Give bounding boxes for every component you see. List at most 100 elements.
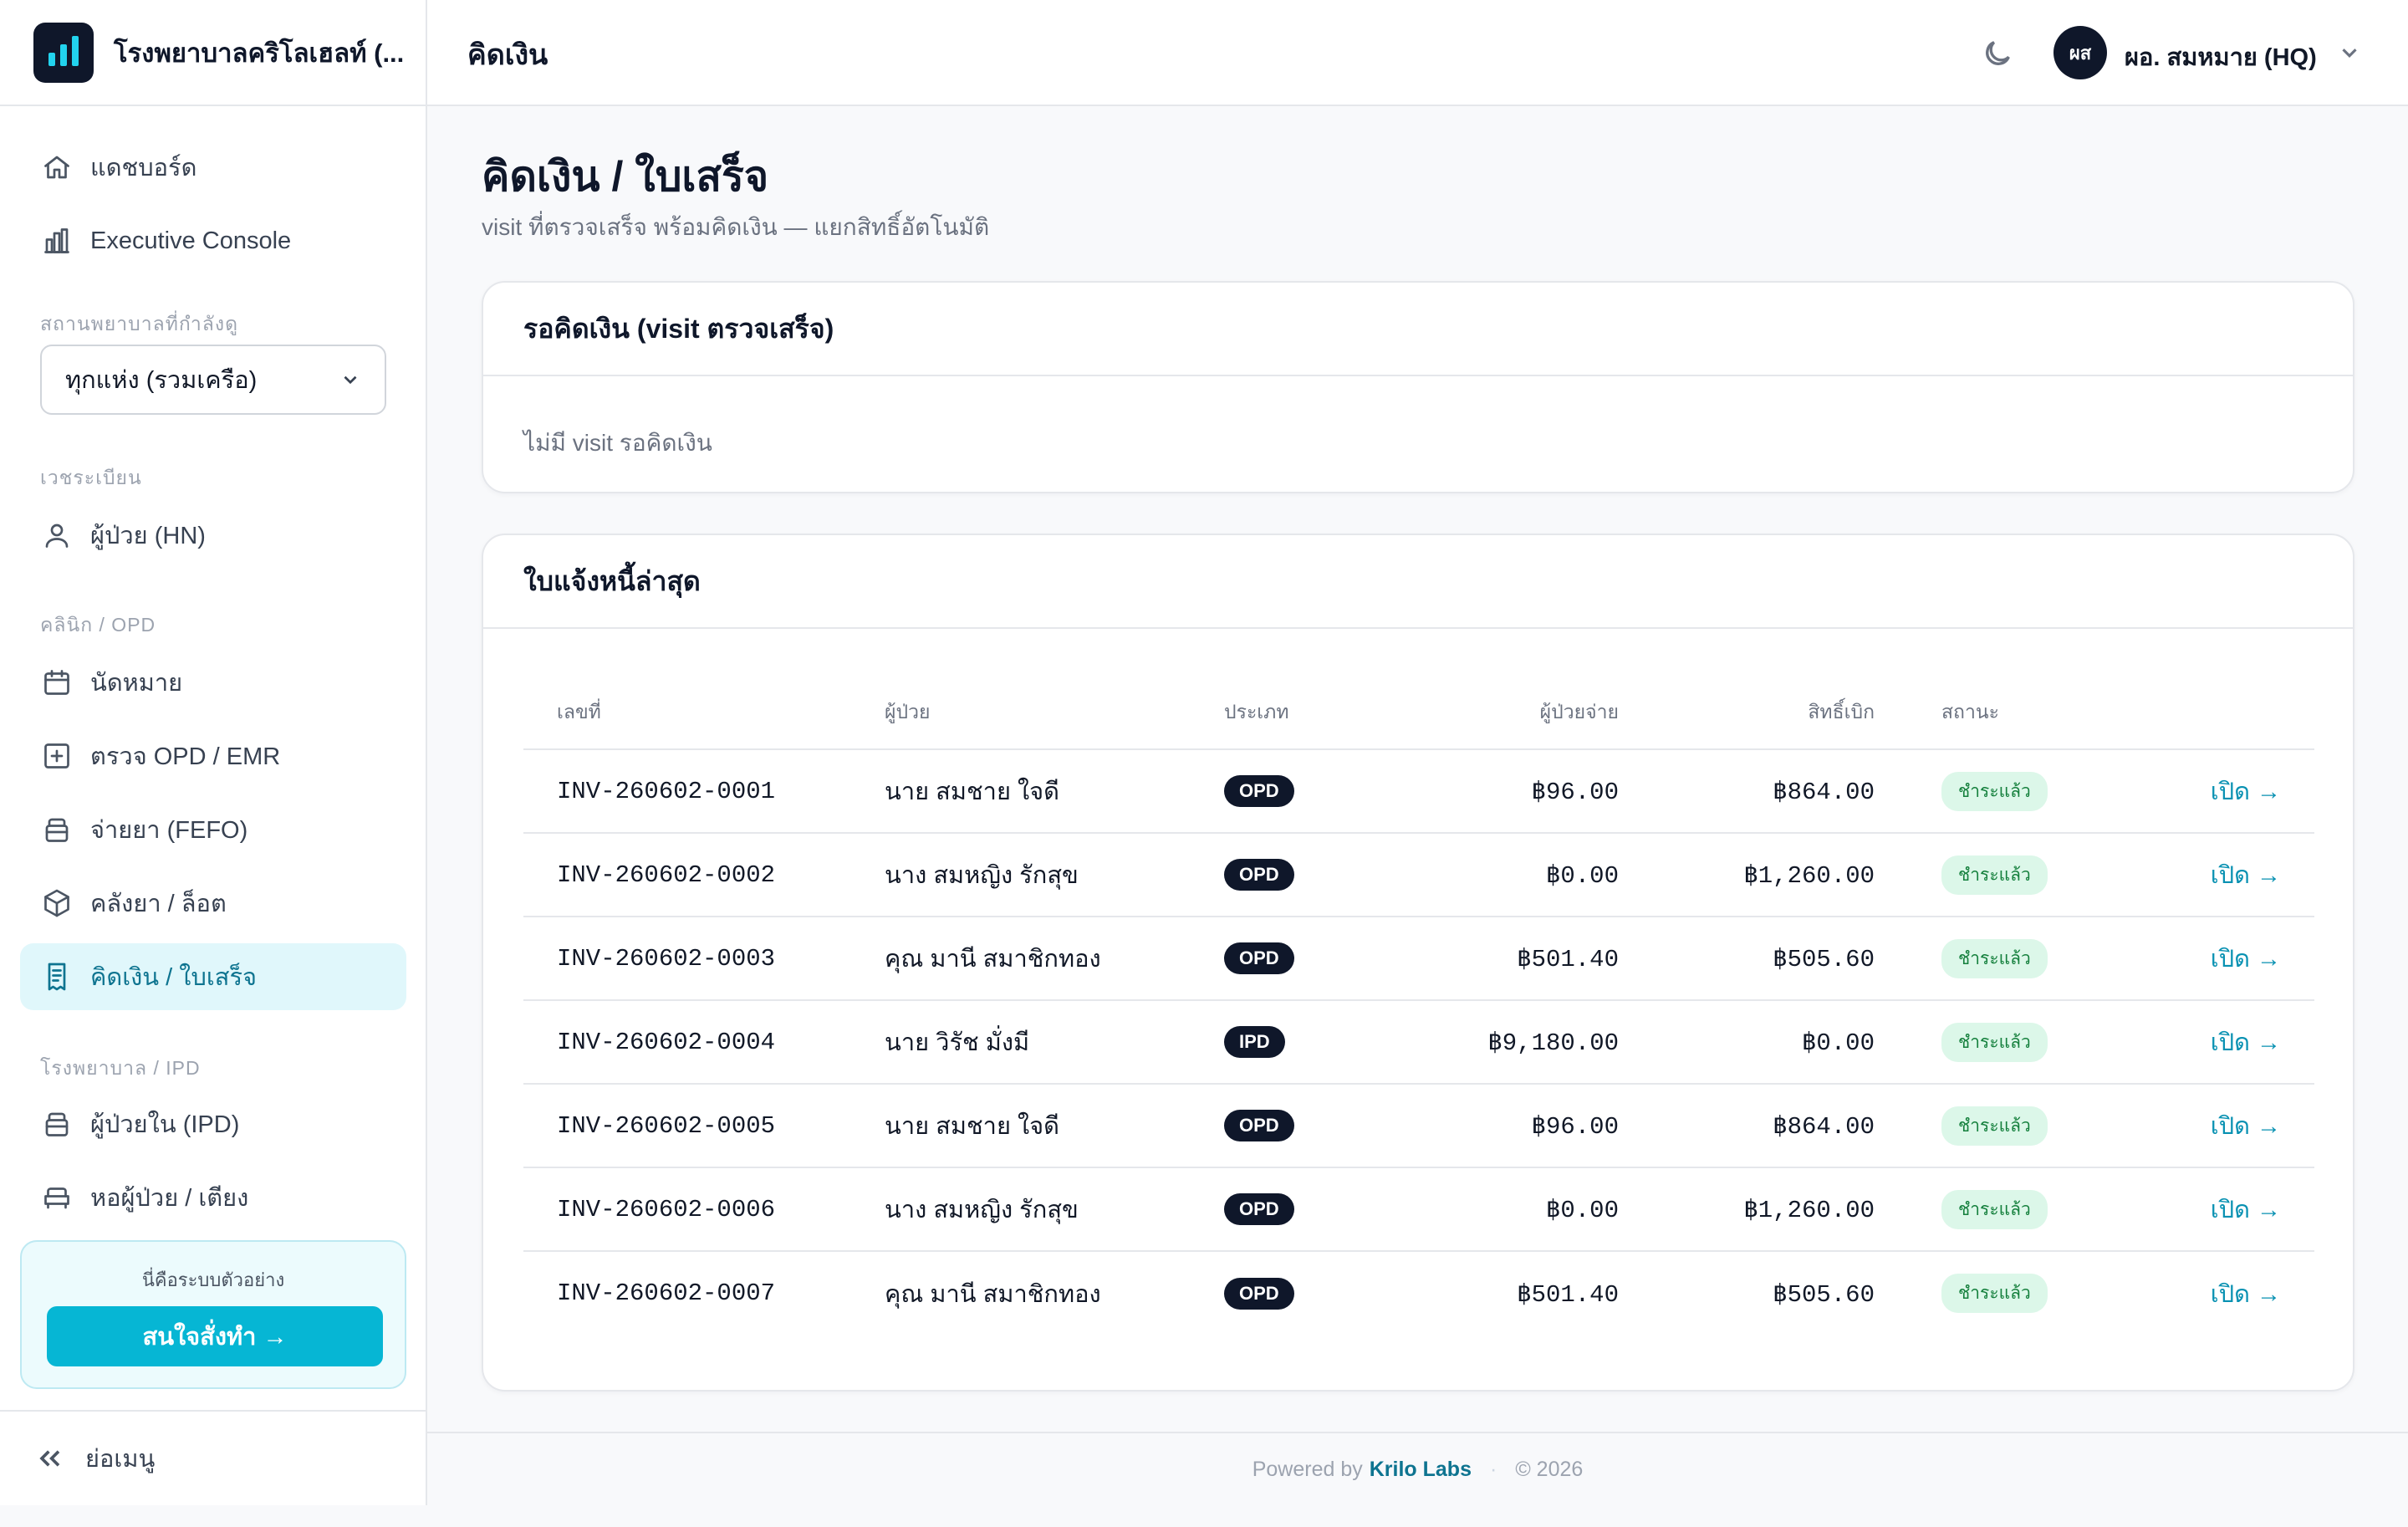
nav-item-dashboard[interactable]: แดชบอร์ด (20, 134, 406, 201)
nav-item-ipd[interactable]: ผู้ป่วยใน (IPD) (20, 1090, 406, 1157)
col-action (2114, 676, 2314, 750)
brand-name: โรงพยาบาลคริโลเฮลท์ (... (114, 38, 405, 68)
moon-icon (1986, 41, 2010, 65)
table-row[interactable]: INV-260602-0002 นาง สมหญิง รักสุข OPD ฿0.00… (523, 833, 2314, 917)
invoices-table: เลขที่ ผู้ป่วย ประเภท ผู้ป่วยจ่าย สิทธิ์… (523, 676, 2314, 1335)
chevron-down-icon (2342, 49, 2357, 58)
col-type: ประเภท (1224, 676, 1391, 750)
col-patient: ผู้ป่วย (885, 676, 1224, 750)
open-invoice-link[interactable]: เปิด → (2114, 1251, 2314, 1335)
collapse-menu-button[interactable]: ย่อเมนู (0, 1410, 426, 1505)
nav-item-billing[interactable]: คิดเงิน / ใบเสร็จ (20, 943, 406, 1010)
type-badge: OPD (1224, 1110, 1294, 1141)
col-number: เลขที่ (523, 676, 885, 750)
user-menu-button[interactable] (2337, 40, 2362, 65)
status-cell: ชำระแล้ว (1875, 1084, 2114, 1168)
claim-amount: ฿1,260.00 (1619, 833, 1875, 917)
table-header-row: เลขที่ ผู้ป่วย ประเภท ผู้ป่วยจ่าย สิทธิ์… (523, 676, 2314, 750)
open-invoice-link[interactable]: เปิด → (2114, 1000, 2314, 1085)
type-cell: OPD (1224, 833, 1391, 917)
table-row[interactable]: INV-260602-0006 นาง สมหญิง รักสุข OPD ฿0.00… (523, 1167, 2314, 1252)
order-button[interactable]: สนใจสั่งทำ → (47, 1306, 383, 1366)
footer-copyright: © 2026 (1515, 1457, 1584, 1481)
box-icon (40, 886, 74, 920)
section-label-facility: สถานพยาบาลที่กำลังดู (40, 313, 239, 335)
footer-brand-link[interactable]: Krilo Labs (1370, 1458, 1472, 1482)
invoice-number: INV-260602-0002 (523, 833, 885, 917)
avatar[interactable]: ผส (2053, 26, 2107, 79)
type-cell: OPD (1224, 1167, 1391, 1252)
open-invoice-link[interactable]: เปิด → (2114, 1084, 2314, 1168)
nav-label: จ่ายยา (FEFO) (90, 817, 248, 844)
status-badge: ชำระแล้ว (1941, 938, 2048, 978)
type-cell: OPD (1224, 1084, 1391, 1168)
building-chart-icon (40, 224, 74, 258)
recent-invoices-card: ใบแจ้งหนี้ล่าสุด เลขที่ ผู้ป่วย ประเภท ผ… (482, 534, 2354, 1392)
table-row[interactable]: INV-260602-0004 นาย วิรัช มั่งมี IPD ฿9,180… (523, 1000, 2314, 1085)
promo-text: นี่คือระบบตัวอย่าง (141, 1269, 285, 1290)
invoice-number: INV-260602-0005 (523, 1084, 885, 1168)
patient-pay-amount: ฿96.00 (1391, 749, 1619, 834)
facility-select-value: ทุกแห่ง (รวมเครือ) (65, 367, 258, 394)
patient-pay-amount: ฿501.40 (1391, 917, 1619, 1001)
invoice-number: INV-260602-0001 (523, 749, 885, 834)
top-header: คิดเงิน ผส ผอ. สมหมาย (HQ) (427, 0, 2408, 106)
open-invoice-link[interactable]: เปิด → (2114, 749, 2314, 834)
nav-label: คลังยา / ล็อต (90, 891, 227, 917)
col-claim: สิทธิ์เบิก (1619, 676, 1875, 750)
nav-item-patients[interactable]: ผู้ป่วย (HN) (20, 502, 406, 569)
status-badge: ชำระแล้ว (1941, 855, 2048, 895)
patient-pay-amount: ฿9,180.00 (1391, 1000, 1619, 1085)
page-subtitle: visit ที่ตรวจเสร็จ พร้อมคิดเงิน — แยกสิท… (482, 214, 990, 240)
open-invoice-link[interactable]: เปิด → (2114, 1167, 2314, 1252)
facility-select[interactable]: ทุกแห่ง (รวมเครือ) (40, 345, 386, 415)
table-row[interactable]: INV-260602-0007 คุณ มานี สมาชิกทอง OPD ฿501… (523, 1251, 2314, 1335)
col-status: สถานะ (1875, 676, 2114, 750)
status-cell: ชำระแล้ว (1875, 749, 2114, 834)
table-row[interactable]: INV-260602-0001 นาย สมชาย ใจดี OPD ฿96.00 ฿8… (523, 749, 2314, 834)
invoice-number: INV-260602-0006 (523, 1167, 885, 1252)
brand[interactable]: โรงพยาบาลคริโลเฮลท์ (... (0, 0, 426, 106)
nav-label: หอผู้ป่วย / เตียง (90, 1185, 249, 1212)
open-invoice-link[interactable]: เปิด → (2114, 833, 2314, 917)
nav-label: นัดหมาย (90, 670, 183, 697)
type-badge: OPD (1224, 1193, 1294, 1225)
claim-amount: ฿1,260.00 (1619, 1167, 1875, 1252)
patient-name: นาง สมหญิง รักสุข (885, 1167, 1224, 1252)
user-name[interactable]: ผอ. สมหมาย (HQ) (2125, 38, 2317, 76)
card-title: ใบแจ้งหนี้ล่าสุด (483, 535, 2353, 629)
sidebar: โรงพยาบาลคริโลเฮลท์ (... แดชบอร์ด Execut… (0, 0, 427, 1505)
invoice-number: INV-260602-0007 (557, 1279, 776, 1307)
patient-name: นาย วิรัช มั่งมี (885, 1000, 1224, 1085)
type-cell: OPD (1224, 1251, 1391, 1335)
nav-label: ตรวจ OPD / EMR (90, 743, 281, 770)
status-badge: ชำระแล้ว (1941, 771, 2048, 811)
claim-amount: ฿864.00 (1619, 749, 1875, 834)
sofa-icon (40, 1181, 74, 1214)
open-invoice-link[interactable]: เปิด → (2114, 917, 2314, 1001)
nav-item-executive-console[interactable]: Executive Console (20, 207, 406, 274)
table-row[interactable]: INV-260602-0003 คุณ มานี สมาชิกทอง OPD ฿501… (523, 917, 2314, 1001)
nav-label: ผู้ป่วยใน (IPD) (90, 1111, 240, 1138)
status-badge: ชำระแล้ว (1941, 1189, 2048, 1229)
patient-pay-amount: ฿501.40 (1517, 1280, 1619, 1309)
theme-toggle-button[interactable] (1981, 37, 2014, 70)
status-cell: ชำระแล้ว (1875, 917, 2114, 1001)
nav-item-dispense[interactable]: จ่ายยา (FEFO) (20, 796, 406, 863)
footer-powered: Powered by (1252, 1457, 1363, 1481)
chevron-down-icon (344, 375, 357, 385)
section-label-clinic: คลินิก / OPD (40, 614, 156, 636)
patient-name: คุณ มานี สมาชิกทอง (885, 1280, 1101, 1308)
claim-amount: ฿0.00 (1619, 1000, 1875, 1085)
patient-pay-amount: ฿96.00 (1391, 1084, 1619, 1168)
nav-item-inventory[interactable]: คลังยา / ล็อต (20, 870, 406, 937)
claim-amount: ฿505.60 (1773, 1280, 1875, 1309)
nav-item-ward[interactable]: หอผู้ป่วย / เตียง (20, 1164, 406, 1231)
nav-item-opd-emr[interactable]: ตรวจ OPD / EMR (20, 723, 406, 789)
bed-icon (40, 1107, 74, 1141)
brand-logo-icon (33, 22, 94, 83)
patient-pay-amount: ฿0.00 (1391, 833, 1619, 917)
nav-item-appointments[interactable]: นัดหมาย (20, 649, 406, 716)
table-row[interactable]: INV-260602-0005 นาย สมชาย ใจดี OPD ฿96.00 ฿8… (523, 1084, 2314, 1168)
calendar-icon (40, 666, 74, 699)
